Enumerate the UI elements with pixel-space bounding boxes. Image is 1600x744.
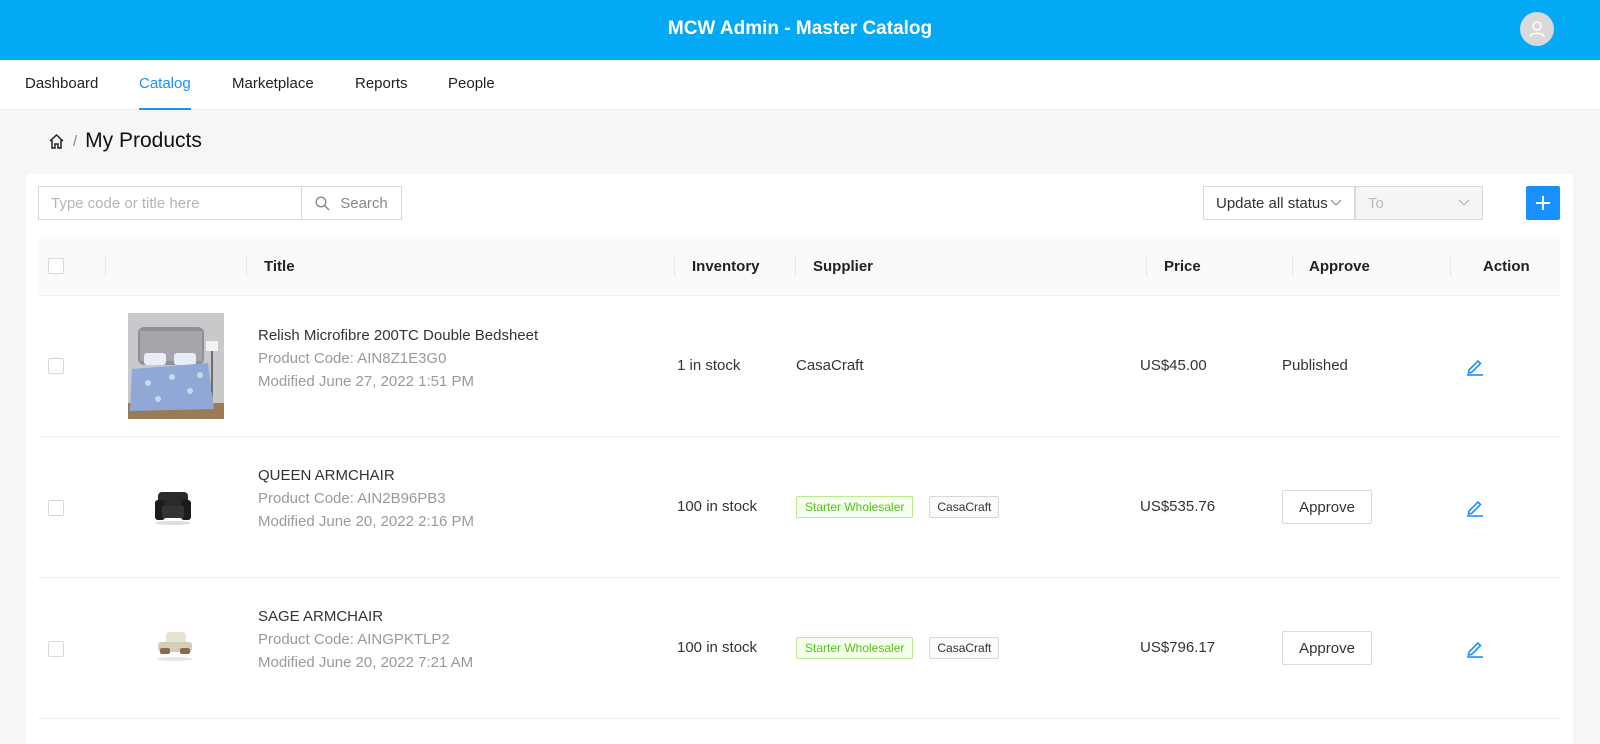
black-armchair-image bbox=[150, 486, 196, 526]
row-checkbox[interactable] bbox=[48, 358, 64, 374]
main-nav: Dashboard Catalog Marketplace Reports Pe… bbox=[0, 60, 1600, 110]
column-divider bbox=[246, 255, 247, 277]
header-supplier: Supplier bbox=[813, 258, 874, 275]
product-title-cell: QUEEN ARMCHAIR Product Code: AIN2B96PB3 … bbox=[258, 464, 474, 533]
plus-icon bbox=[1536, 196, 1550, 210]
price-cell: US$45.00 bbox=[1140, 357, 1207, 374]
breadcrumb: / My Products bbox=[48, 126, 202, 156]
header-action: Action bbox=[1483, 258, 1530, 275]
chevron-down-icon bbox=[1330, 199, 1342, 206]
product-code: Product Code: AINGPKTLP2 bbox=[258, 631, 450, 648]
tab-catalog[interactable]: Catalog bbox=[139, 60, 191, 110]
search-button-label: Search bbox=[340, 194, 388, 212]
header-inventory: Inventory bbox=[692, 258, 760, 275]
add-product-button[interactable] bbox=[1526, 186, 1560, 220]
supplier-tag: CasaCraft bbox=[929, 637, 1000, 659]
row-checkbox[interactable] bbox=[48, 500, 64, 516]
product-modified: Modified June 20, 2022 2:16 PM bbox=[258, 513, 474, 530]
header-title: Title bbox=[264, 258, 295, 275]
table-row: SAGE ARMCHAIR Product Code: AINGPKTLP2 M… bbox=[38, 578, 1560, 719]
supplier-cell: Starter Wholesaler CasaCraft bbox=[796, 637, 1000, 659]
breadcrumb-separator: / bbox=[73, 132, 78, 150]
column-divider bbox=[795, 255, 796, 277]
price-cell: US$796.17 bbox=[1140, 639, 1216, 656]
product-title[interactable]: SAGE ARMCHAIR bbox=[258, 605, 473, 628]
inventory-cell: 1 in stock bbox=[677, 357, 741, 374]
app-title: MCW Admin - Master Catalog bbox=[667, 18, 933, 39]
supplier-cell: Starter Wholesaler CasaCraft bbox=[796, 496, 1000, 518]
edit-icon[interactable] bbox=[1465, 638, 1485, 658]
update-status-label: Update all status bbox=[1216, 194, 1328, 212]
inventory-cell: 100 in stock bbox=[677, 639, 758, 656]
edit-icon[interactable] bbox=[1465, 356, 1485, 376]
approve-button[interactable]: Approve bbox=[1282, 631, 1372, 665]
column-divider bbox=[1146, 255, 1147, 277]
chevron-down-icon bbox=[1458, 199, 1470, 206]
page-title: My Products bbox=[85, 129, 202, 152]
column-divider bbox=[1292, 255, 1293, 277]
table-row: Relish Microfibre 200TC Double Bedsheet … bbox=[38, 296, 1560, 437]
update-status-select[interactable]: Update all status bbox=[1203, 186, 1355, 220]
supplier-tier-tag: Starter Wholesaler bbox=[796, 637, 914, 659]
product-code: Product Code: AIN2B96PB3 bbox=[258, 490, 446, 507]
product-modified: Modified June 27, 2022 1:51 PM bbox=[258, 373, 474, 390]
approve-button[interactable]: Approve bbox=[1282, 490, 1372, 524]
tab-dashboard[interactable]: Dashboard bbox=[25, 60, 98, 110]
product-title-cell: Relish Microfibre 200TC Double Bedsheet … bbox=[258, 324, 538, 393]
to-status-label: To bbox=[1368, 194, 1384, 212]
header-price: Price bbox=[1164, 258, 1201, 275]
header-approve: Approve bbox=[1309, 258, 1370, 275]
product-code: Product Code: AIN8Z1E3G0 bbox=[258, 350, 447, 367]
price-cell: US$535.76 bbox=[1140, 498, 1216, 515]
tab-people[interactable]: People bbox=[448, 60, 495, 110]
table-header: Title Inventory Supplier Price Approve A… bbox=[38, 237, 1560, 296]
approve-status: Published bbox=[1282, 357, 1348, 374]
column-divider bbox=[1450, 255, 1451, 277]
column-divider bbox=[105, 255, 106, 277]
search-button[interactable]: Search bbox=[301, 186, 402, 220]
tab-reports[interactable]: Reports bbox=[355, 60, 408, 110]
product-modified: Modified June 20, 2022 7:21 AM bbox=[258, 654, 474, 671]
sage-armchair-image bbox=[152, 626, 198, 662]
supplier-tier-tag: Starter Wholesaler bbox=[796, 496, 914, 518]
search-input[interactable] bbox=[38, 186, 302, 220]
search-icon bbox=[315, 195, 330, 210]
inventory-cell: 100 in stock bbox=[677, 498, 758, 515]
user-icon bbox=[1529, 21, 1545, 38]
avatar[interactable] bbox=[1520, 12, 1554, 46]
product-title[interactable]: Relish Microfibre 200TC Double Bedsheet bbox=[258, 324, 538, 347]
select-all-checkbox[interactable] bbox=[48, 258, 64, 274]
supplier-tag: CasaCraft bbox=[929, 496, 1000, 518]
column-divider bbox=[674, 255, 675, 277]
home-icon[interactable] bbox=[48, 133, 65, 150]
edit-icon[interactable] bbox=[1465, 497, 1485, 517]
row-checkbox[interactable] bbox=[48, 641, 64, 657]
product-title-cell: SAGE ARMCHAIR Product Code: AINGPKTLP2 M… bbox=[258, 605, 473, 674]
tab-marketplace[interactable]: Marketplace bbox=[232, 60, 314, 110]
bedsheet-image bbox=[128, 313, 224, 419]
to-status-select[interactable]: To bbox=[1355, 186, 1483, 220]
app-header: MCW Admin - Master Catalog bbox=[0, 0, 1600, 60]
table-row: QUEEN ARMCHAIR Product Code: AIN2B96PB3 … bbox=[38, 437, 1560, 578]
product-title[interactable]: QUEEN ARMCHAIR bbox=[258, 464, 474, 487]
supplier-cell: CasaCraft bbox=[796, 357, 864, 374]
